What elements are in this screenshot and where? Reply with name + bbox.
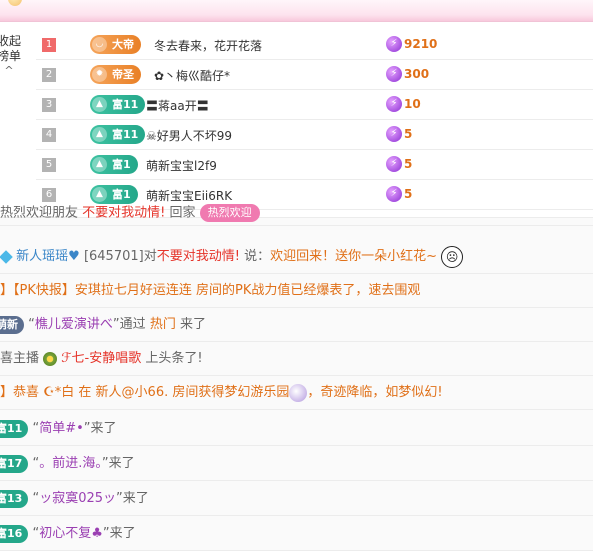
chat-message: 】【PK快报】安琪拉七月好运连连 房间的PK战力值已经爆表了，速去围观 <box>0 274 593 308</box>
rank-number: 3 <box>42 98 56 112</box>
flame-icon: ✹ <box>92 67 107 82</box>
user-nickname[interactable]: ☠好男人不坏99 <box>146 127 232 144</box>
rank-number: 1 <box>42 38 56 52</box>
lightning-icon: ⚡ <box>386 156 402 172</box>
triangle-icon: ▲ <box>92 187 107 202</box>
lightning-icon: ⚡ <box>386 36 402 52</box>
chat-message: 喜主播 ℱ七-安静唱歌 上头条了! <box>0 342 593 376</box>
triangle-icon: ▲ <box>92 157 107 172</box>
user-nickname[interactable]: 萌新宝宝l2f9 <box>146 157 217 174</box>
chat-message: 】恭喜 ☪*白 在 新人@小66. 房间获得梦幻游乐园 ，奇迹降临，如梦似幻! <box>0 376 593 410</box>
contribution-score: ⚡ 9210 <box>386 36 437 54</box>
level-badge: ▲ 富1 <box>90 155 138 174</box>
contribution-score: ⚡ 5 <box>386 186 412 204</box>
gem-icon <box>8 0 22 6</box>
user-name-link[interactable]: 不要对我动情! <box>157 249 240 264</box>
lightning-icon: ⚡ <box>386 126 402 142</box>
level-badge: ▲ 富1 <box>90 185 138 204</box>
chat-message: 富11 “简单#•”来了 <box>0 412 593 446</box>
level-badge: 萌新 <box>0 315 24 334</box>
rank-row[interactable]: 1 ◡ 大帝 冬去春来，花开花落 ⚡ 9210 <box>36 30 593 60</box>
chevron-up-icon[interactable]: ^ <box>0 65 24 76</box>
chat-message: 热烈欢迎朋友 不要对我动情! 回家 热烈欢迎 <box>0 204 593 226</box>
rank-panel: 收起 榜单 ^ 1 ◡ 大帝 冬去春来，花开花落 ⚡ 9210 2 ✹ 帝圣 ✿丶梅巛… <box>0 22 593 218</box>
diamond-icon <box>0 249 13 264</box>
user-nickname[interactable]: 〓蒋aa开〓 <box>146 97 209 114</box>
user-name-link[interactable]: ッ寂寞025ッ <box>39 491 116 506</box>
user-name-link[interactable]: 初心不复♣ <box>39 526 103 541</box>
rank-number: 5 <box>42 158 56 172</box>
level-badge: ▲ 富11 <box>90 95 146 114</box>
user-nickname[interactable]: 冬去春来，花开花落 <box>154 37 262 54</box>
rank-number: 4 <box>42 128 56 142</box>
triangle-icon: ▲ <box>92 97 107 112</box>
rank-row[interactable]: 3 ▲ 富11 〓蒋aa开〓 ⚡ 10 <box>36 90 593 120</box>
collapse-rank-toggle[interactable]: 收起 榜单 ^ <box>0 34 24 76</box>
user-name-link[interactable]: 樵儿爱演讲べ <box>35 317 113 332</box>
rank-number: 6 <box>42 188 56 202</box>
contribution-score: ⚡ 10 <box>386 96 421 114</box>
user-name-link[interactable]: 新人瑶瑶♥ <box>16 249 80 264</box>
rank-list: 1 ◡ 大帝 冬去春来，花开花落 ⚡ 9210 2 ✹ 帝圣 ✿丶梅巛酷仔* ⚡ 300… <box>36 30 593 210</box>
level-badge: ✹ 帝圣 <box>90 65 141 84</box>
rank-row[interactable]: 4 ▲ 富11 ☠好男人不坏99 ⚡ 5 <box>36 120 593 150</box>
user-name-link[interactable]: 。前进.海。 <box>39 456 102 471</box>
level-badge: 富11 <box>0 419 29 438</box>
flower-icon <box>43 351 58 366</box>
rank-row[interactable]: 2 ✹ 帝圣 ✿丶梅巛酷仔* ⚡ 300 <box>36 60 593 90</box>
crown-icon: ◡ <box>92 37 107 52</box>
rank-number: 2 <box>42 68 56 82</box>
triangle-icon: ▲ <box>92 127 107 142</box>
lightning-icon: ⚡ <box>386 66 402 82</box>
welcome-button[interactable]: 热烈欢迎 <box>199 204 260 222</box>
lightning-icon: ⚡ <box>386 96 402 112</box>
level-badge: ▲ 富11 <box>90 125 146 144</box>
level-badge: 富17 <box>0 454 29 473</box>
gift-icon <box>289 383 308 402</box>
collapse-label-line2: 榜单 <box>0 49 21 63</box>
user-nickname[interactable]: 萌新宝宝Eii6RK <box>146 187 232 204</box>
chat-list: 热烈欢迎朋友 不要对我动情! 回家 热烈欢迎 新人瑶瑶♥ [645701]对不要… <box>0 204 593 551</box>
lightning-icon: ⚡ <box>386 186 402 202</box>
hot-link[interactable]: 热门 <box>150 317 176 332</box>
top-banner <box>0 0 593 22</box>
contribution-score: ⚡ 5 <box>386 126 412 144</box>
user-name-link[interactable]: 不要对我动情! <box>82 206 165 221</box>
collapse-label-line1: 收起 <box>0 34 21 48</box>
level-badge: ◡ 大帝 <box>90 35 141 54</box>
level-badge: 富16 <box>0 524 29 543</box>
contribution-score: ⚡ 300 <box>386 66 429 84</box>
contribution-score: ⚡ 5 <box>386 156 412 174</box>
chat-message: 富13 “ッ寂寞025ッ”来了 <box>0 482 593 516</box>
user-name-link[interactable]: 简单#• <box>39 421 84 436</box>
user-name-link[interactable]: ℱ七-安静唱歌 <box>61 351 141 366</box>
rank-row[interactable]: 5 ▲ 富1 萌新宝宝l2f9 ⚡ 5 <box>36 150 593 180</box>
user-nickname[interactable]: ✿丶梅巛酷仔* <box>154 67 230 84</box>
chat-message: 萌新 “樵儿爱演讲べ”通过 热门 来了 <box>0 308 593 342</box>
chat-message: 富16 “初心不复♣”来了 <box>0 517 593 551</box>
emoji-icon: ☹ <box>441 245 464 268</box>
chat-message: 新人瑶瑶♥ [645701]对不要对我动情! 说：欢迎回来！送你一朵小红花~ ☹ <box>0 240 593 274</box>
chat-message: 富17 “。前进.海。”来了 <box>0 447 593 481</box>
level-badge: 富13 <box>0 489 29 508</box>
